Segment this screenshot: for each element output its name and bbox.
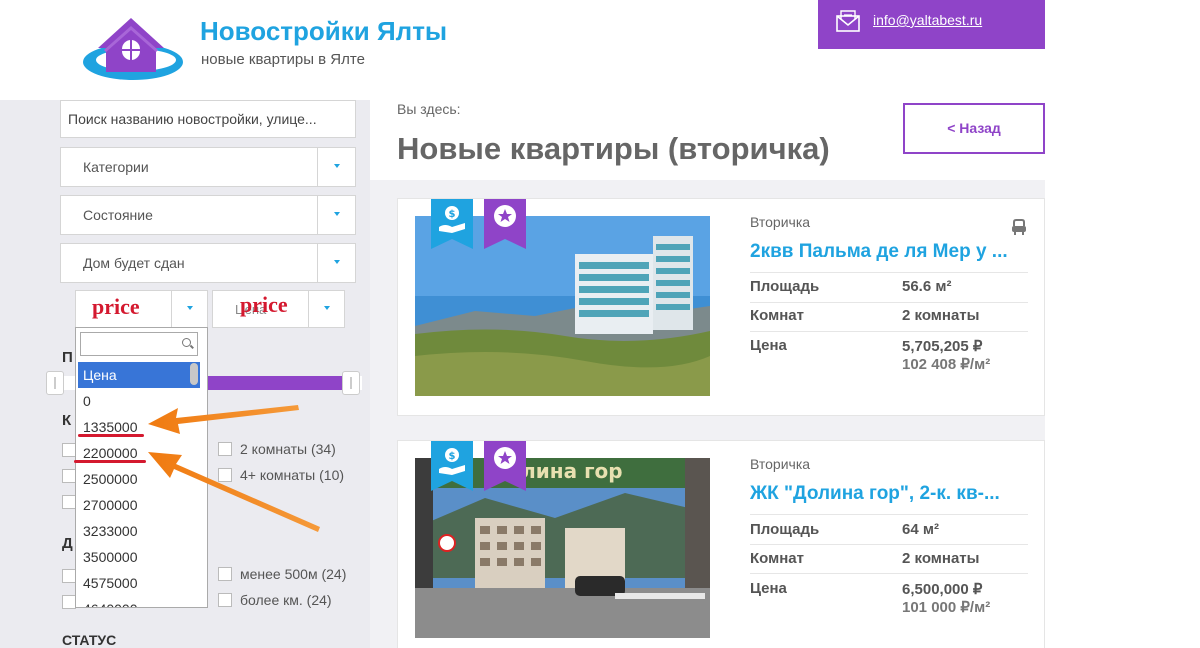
- price-slider-range: [205, 376, 350, 390]
- dropdown-option[interactable]: 2500000: [78, 466, 200, 492]
- distance-option-label: более км. (24): [240, 592, 332, 608]
- star-badge-icon: [484, 199, 526, 249]
- distance-option[interactable]: более км. (24): [218, 592, 332, 608]
- chevron-down-icon[interactable]: [317, 196, 355, 234]
- chevron-down-icon[interactable]: [308, 291, 344, 327]
- red-underline: [78, 434, 144, 437]
- page-title: Новые квартиры (вторичка): [397, 131, 830, 166]
- chevron-down-icon[interactable]: [317, 148, 355, 186]
- rooms-label: Комнат: [750, 307, 804, 324]
- price-dropdown: Цена 0 1335000 2200000 2500000 2700000 3…: [75, 327, 208, 608]
- rooms-value: 2 комнаты: [902, 307, 980, 324]
- dropdown-option[interactable]: 3500000: [78, 544, 200, 570]
- price-annotation: price: [240, 292, 288, 317]
- divider: [750, 544, 1028, 545]
- mail-icon: [836, 10, 860, 32]
- money-badge-icon: $: [431, 441, 473, 491]
- divider: [750, 302, 1028, 303]
- chevron-down-icon[interactable]: [171, 291, 207, 327]
- rooms-option-label: 4+ комнаты (10): [240, 467, 345, 483]
- price-value: 6,500,000 ₽: [902, 581, 983, 598]
- dropdown-scrollbar[interactable]: [190, 363, 198, 385]
- email-link[interactable]: info@yaltabest.ru: [873, 12, 982, 28]
- dropdown-option[interactable]: 3233000: [78, 518, 200, 544]
- listing-card[interactable]: олина гор $ Вторичка ЖК "Долина гор", 2-…: [397, 440, 1045, 648]
- price-per-m2: 102 408 ₽/м²: [902, 356, 991, 373]
- rooms-option-label: 2 комнаты (34): [240, 441, 336, 457]
- site-title[interactable]: Новостройки Ялты: [200, 16, 447, 47]
- rooms-option[interactable]: 4+ комнаты (10): [218, 467, 344, 483]
- state-select[interactable]: Состояние: [60, 195, 356, 235]
- price-annotation: price: [92, 294, 140, 319]
- price-label: Цена: [750, 580, 787, 597]
- checkbox[interactable]: [62, 595, 76, 609]
- slider-handle-max[interactable]: [342, 371, 360, 395]
- money-badge-icon: $: [431, 199, 473, 249]
- rooms-value: 2 комнаты: [902, 550, 980, 567]
- checkbox[interactable]: [218, 567, 232, 581]
- state-label: Состояние: [83, 207, 153, 223]
- divider: [750, 514, 1028, 515]
- area-section-heading: П: [62, 349, 73, 366]
- listing-title[interactable]: 2квв Пальма де ля Мер у ...: [750, 241, 1008, 263]
- divider: [750, 331, 1028, 332]
- distance-option[interactable]: менее 500м (24): [218, 566, 346, 582]
- area-value: 56.6 м²: [902, 278, 952, 295]
- dropdown-option[interactable]: 0: [78, 388, 200, 414]
- distance-section-heading: Д: [62, 535, 73, 552]
- rooms-label: Комнат: [750, 550, 804, 567]
- svg-text:$: $: [449, 451, 456, 462]
- checkbox[interactable]: [218, 442, 232, 456]
- dropdown-search-input[interactable]: [80, 332, 198, 356]
- dropdown-option[interactable]: 4575000: [78, 570, 200, 596]
- checkbox[interactable]: [62, 469, 76, 483]
- svg-text:$: $: [449, 209, 456, 220]
- checkbox[interactable]: [62, 495, 76, 509]
- checkbox[interactable]: [62, 569, 76, 583]
- price-value: 5,705,205 ₽: [902, 338, 983, 355]
- listing-title[interactable]: ЖК "Долина гор", 2-к. кв-...: [750, 483, 1000, 505]
- red-underline: [74, 460, 146, 463]
- search-input[interactable]: [60, 100, 356, 138]
- dropdown-option[interactable]: 2700000: [78, 492, 200, 518]
- area-label: Площадь: [750, 521, 820, 538]
- rooms-section-heading: К: [62, 412, 72, 429]
- rooms-option[interactable]: 2 комнаты (34): [218, 441, 336, 457]
- area-value: 64 м²: [902, 521, 939, 538]
- dropdown-options: Цена 0 1335000 2200000 2500000 2700000 3…: [78, 362, 200, 607]
- delivery-label: Дом будет сдан: [83, 255, 185, 271]
- slider-handle-min[interactable]: [46, 371, 64, 395]
- listing-type: Вторичка: [750, 456, 811, 472]
- checkbox[interactable]: [218, 468, 232, 482]
- search-icon: [182, 338, 191, 347]
- distance-option-label: менее 500м (24): [240, 566, 347, 582]
- breadcrumb: Вы здесь:: [397, 101, 461, 117]
- price-label: Цена: [750, 337, 787, 354]
- checkbox[interactable]: [62, 443, 76, 457]
- chevron-down-icon[interactable]: [317, 244, 355, 282]
- back-button[interactable]: < Назад: [903, 103, 1045, 154]
- listing-card[interactable]: $ Вторичка 2квв Пальма де ля Мер у ... П…: [397, 198, 1045, 416]
- categories-label: Категории: [83, 159, 149, 175]
- listing-type: Вторичка: [750, 214, 811, 230]
- area-label: Площадь: [750, 278, 820, 295]
- site-subtitle: новые квартиры в Ялте: [201, 51, 365, 68]
- delivery-select[interactable]: Дом будет сдан: [60, 243, 356, 283]
- house-logo-icon[interactable]: [76, 10, 186, 86]
- divider: [750, 573, 1028, 574]
- checkbox[interactable]: [218, 593, 232, 607]
- dropdown-option[interactable]: Цена: [78, 362, 200, 388]
- star-badge-icon: [484, 441, 526, 491]
- armchair-icon[interactable]: [1011, 219, 1027, 236]
- status-section-heading: СТАТУС: [62, 632, 117, 648]
- dropdown-option[interactable]: 4640000: [78, 596, 200, 607]
- divider: [750, 272, 1028, 273]
- site-header: Новостройки Ялты новые квартиры в Ялте i…: [0, 0, 1200, 100]
- price-per-m2: 101 000 ₽/м²: [902, 599, 991, 616]
- email-box: info@yaltabest.ru: [818, 0, 1045, 49]
- categories-select[interactable]: Категории: [60, 147, 356, 187]
